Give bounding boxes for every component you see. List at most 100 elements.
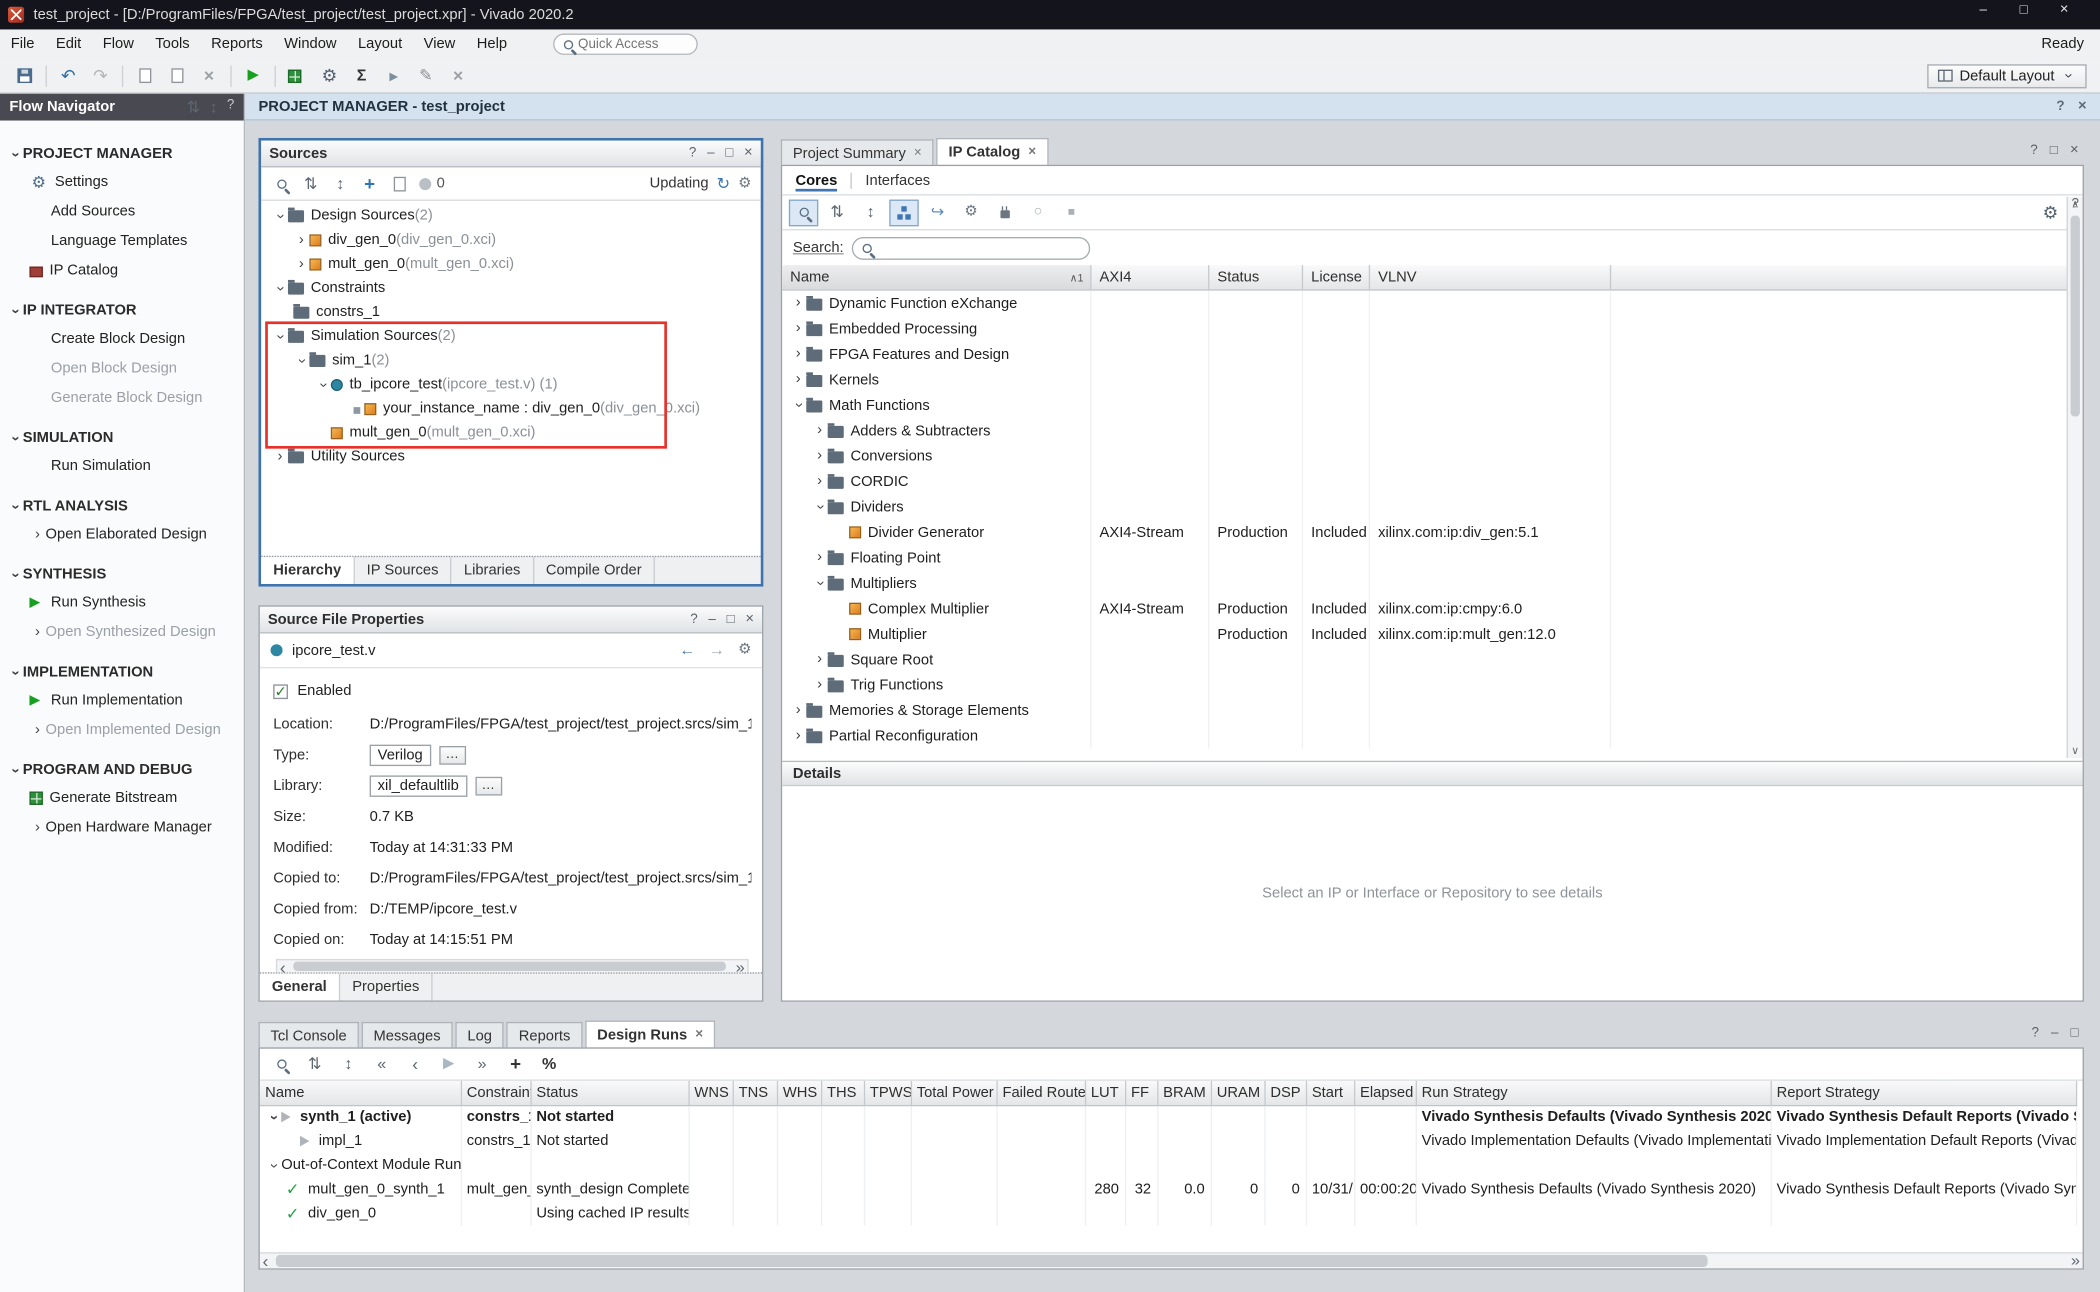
expander-icon[interactable] [273,280,288,296]
runs-column-header[interactable]: Run Strategy [1416,1081,1771,1105]
runs-column-header[interactable]: THS [821,1081,864,1105]
help-icon[interactable] [689,146,696,161]
column-header-axi4[interactable]: AXI4 [1092,265,1210,289]
bottom-tab[interactable]: Messages [361,1022,452,1049]
chevron-icon[interactable] [29,625,45,640]
tree-row[interactable]: your_instance_name : div_gen_0 (div_gen_… [261,396,761,420]
flow-nav-row[interactable]: Language Templates [0,226,244,255]
scrollbar-thumb[interactable] [276,1255,1708,1267]
catalog-settings-button[interactable] [2036,199,2065,226]
runs-column-header[interactable]: BRAM [1157,1081,1211,1105]
vertical-scrollbar[interactable]: ∧ ∨ [2067,197,2083,758]
sources-tab[interactable]: Hierarchy [261,557,354,584]
flow-nav-row[interactable]: Open Hardware Manager [0,813,244,842]
redo-button[interactable] [84,61,116,90]
runs-row[interactable]: Out-of-Context Module Runs [260,1153,2076,1177]
menu-item[interactable]: Edit [45,29,92,58]
scroll-down-icon[interactable]: ∨ [2068,745,2083,757]
expand-all-button[interactable] [333,1051,362,1078]
float-icon[interactable] [2051,1026,2058,1041]
scrollbar-thumb[interactable] [293,962,726,971]
collapse-all-button[interactable] [300,1051,329,1078]
tree-row[interactable]: sim_1 (2) [261,348,761,372]
delete-button[interactable] [193,61,225,90]
search-button[interactable] [267,170,296,197]
runs-column-header[interactable]: WHS [777,1081,821,1105]
chevron-icon[interactable] [29,723,45,738]
settings-button[interactable] [313,61,345,90]
flow-nav-row[interactable]: Run Simulation [0,451,244,480]
go-next-button[interactable] [467,1051,496,1078]
copy-button[interactable] [129,61,161,90]
runs-column-header[interactable]: WNS [688,1081,732,1105]
expander-icon[interactable] [315,376,330,392]
catalog-row[interactable]: Memories & Storage Elements [782,698,2082,723]
tab-interfaces[interactable]: Interfaces [865,172,930,188]
add-repository-button[interactable] [923,199,952,226]
chevron-icon[interactable] [7,430,22,446]
flow-nav-row[interactable]: SYNTHESIS [0,561,244,588]
catalog-row[interactable]: Dynamic Function eXchange [782,291,2082,316]
group-by-hierarchy-button[interactable] [889,199,918,226]
expander-icon[interactable] [266,1109,281,1125]
scroll-left-icon[interactable] [263,1252,269,1269]
properties-tab[interactable]: General [260,974,340,1001]
go-first-button[interactable] [367,1051,396,1078]
catalog-row[interactable]: Kernels [782,367,2082,392]
document-tab[interactable]: IP Catalog [936,138,1048,166]
menu-item[interactable]: Tools [145,29,201,58]
chevron-icon[interactable] [7,498,22,514]
flow-nav-row[interactable]: IP INTEGRATOR [0,297,244,324]
runs-row[interactable]: div_gen_0Using cached IP results [260,1201,2076,1225]
flow-nav-row[interactable]: Add Sources [0,197,244,226]
expander-icon[interactable] [812,474,828,489]
chevron-icon[interactable] [7,146,22,162]
step-button[interactable] [378,61,410,90]
reports-button[interactable] [346,61,378,90]
maximize-icon[interactable] [727,612,735,627]
runs-column-header[interactable]: Start [1306,1081,1354,1105]
runs-column-header[interactable]: Constraints [461,1081,531,1105]
search-button[interactable] [267,1051,296,1078]
column-header-name[interactable]: Name ∧1 [782,265,1091,289]
collapse-all-icon[interactable] [187,98,200,115]
tree-row[interactable]: div_gen_0 (div_gen_0.xci) [261,228,761,252]
browse-button[interactable]: … [475,776,502,795]
expander-icon[interactable] [272,449,288,464]
tab-close-icon[interactable] [1028,141,1036,165]
maximize-icon[interactable] [725,146,733,161]
flow-nav-row[interactable]: Open Elaborated Design [0,520,244,549]
catalog-row[interactable]: CORDIC [782,469,2082,494]
gear-icon[interactable] [738,176,751,191]
chevron-icon[interactable] [7,664,22,680]
runs-row[interactable]: mult_gen_0_synth_1mult_gen_0synth_design… [260,1177,2076,1201]
stop-button[interactable] [1057,199,1086,226]
menu-item[interactable]: Help [466,29,518,58]
expander-icon[interactable] [293,256,309,271]
chevron-icon[interactable] [7,303,22,319]
close-icon[interactable] [2070,143,2079,158]
flow-nav-row[interactable]: RTL ANALYSIS [0,493,244,520]
scroll-up-icon[interactable]: ∧ [2068,198,2083,210]
close-icon[interactable] [2078,99,2087,114]
target-button[interactable] [1023,199,1052,226]
interfaces-button[interactable] [990,199,1019,226]
help-icon[interactable] [690,612,697,627]
tree-row[interactable]: tb_ipcore_test (ipcore_test.v) (1) [261,372,761,396]
tree-row[interactable]: Constraints [261,276,761,300]
expand-all-button[interactable] [856,199,885,226]
scroll-right-icon[interactable] [736,959,745,972]
expander-icon[interactable] [791,397,806,413]
tree-row[interactable]: constrs_1 [261,300,761,324]
expander-icon[interactable] [790,347,806,362]
runs-column-header[interactable]: Total Power [911,1081,997,1105]
step-back-button[interactable] [400,1051,429,1078]
flow-nav-row[interactable]: Settings [0,167,244,196]
menu-item[interactable]: File [0,29,45,58]
run-selected-button[interactable] [434,1051,463,1078]
runs-column-header[interactable]: FF [1125,1081,1157,1105]
runs-row[interactable]: synth_1 (active)constrs_1Not startedViva… [260,1105,2076,1129]
tab-close-icon[interactable] [695,1023,703,1047]
close-button[interactable] [2060,0,2100,29]
chevron-icon[interactable] [7,762,22,778]
